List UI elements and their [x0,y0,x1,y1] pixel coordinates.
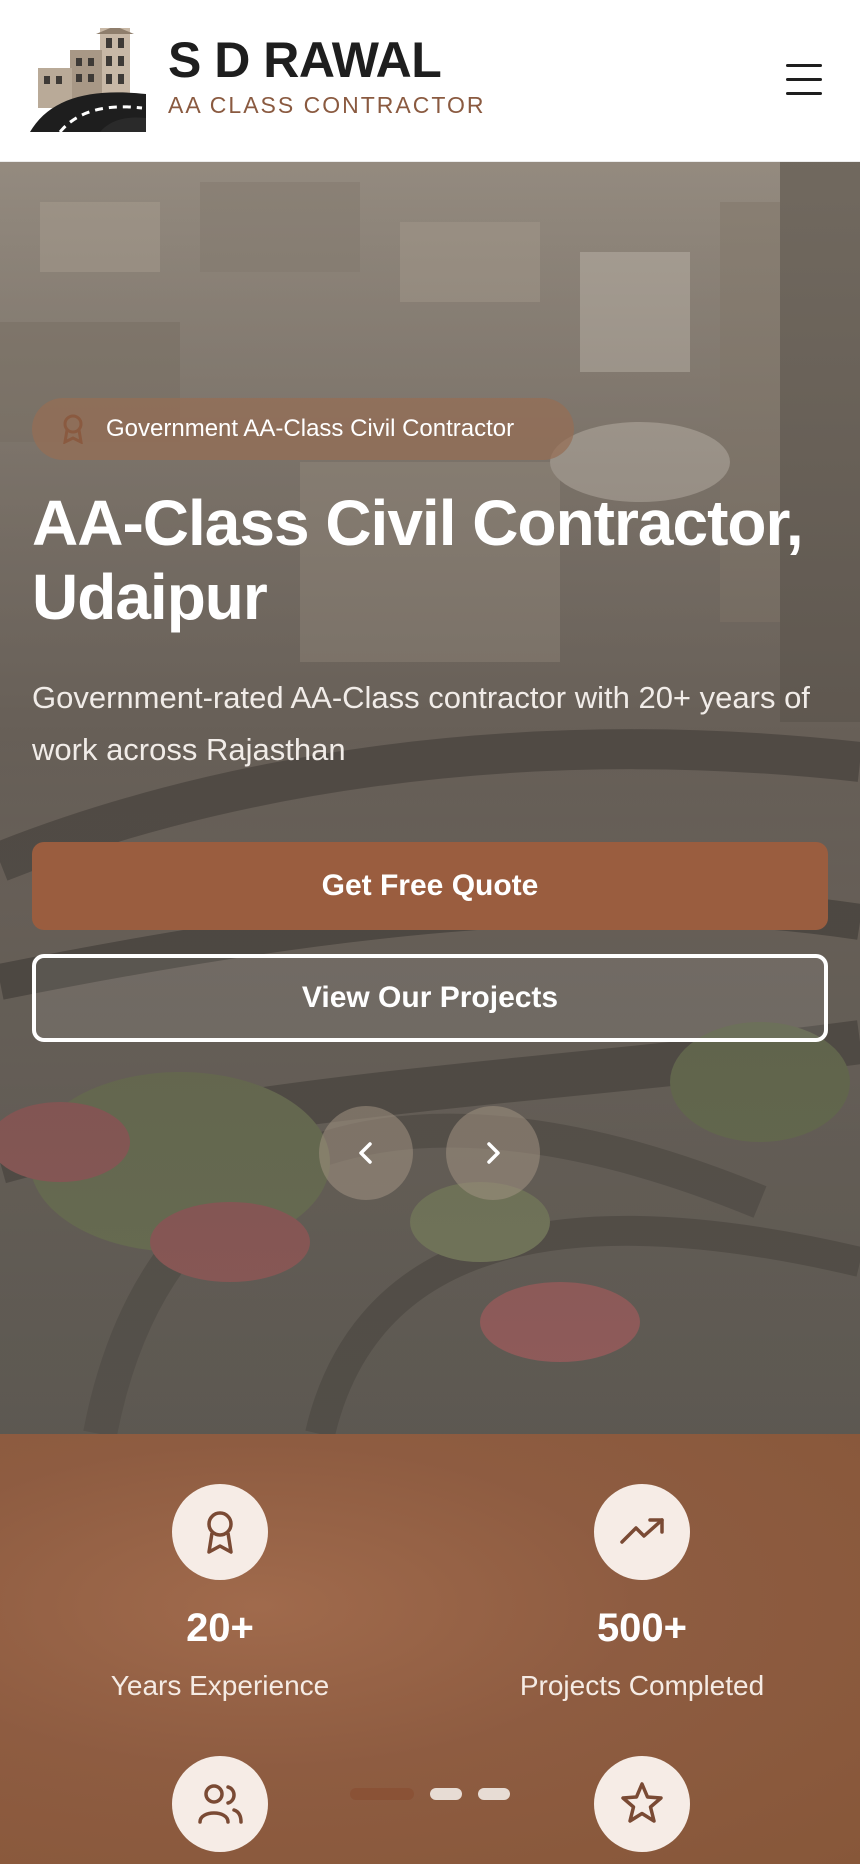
stat-label: Projects Completed [519,1670,765,1701]
award-icon [207,1511,233,1554]
hero-subtitle: Government-rated AA-Class contractor wit… [32,680,810,767]
hero-badge-text: Government AA-Class Civil Contractor [106,415,515,442]
hero-title: AA-Class Civil Contractor, Udaipur [32,487,804,633]
carousel-prev-button[interactable] [319,1106,413,1200]
trending-up-icon [620,1518,664,1544]
building-road-logo[interactable] [30,28,146,132]
star-icon [621,1782,663,1823]
stat-value: 20+ [186,1606,254,1650]
hero-badge: Government AA-Class Civil Contractor [32,398,574,460]
carousel-indicators [350,1788,520,1802]
hero-section: Government AA-Class Civil Contractor AA-… [0,162,860,1434]
hamburger-menu-button[interactable] [778,56,830,102]
stat-icon-circle [594,1484,690,1580]
carousel-next-button[interactable] [446,1106,540,1200]
stat-label: Years Experience [110,1670,330,1701]
stat-value: 500+ [596,1606,688,1650]
carousel-dot[interactable] [478,1788,510,1800]
chevron-right-icon [487,1142,500,1164]
carousel-dot-active[interactable] [350,1788,414,1800]
get-free-quote-button[interactable]: Get Free Quote [32,842,828,930]
stat-icon-circle [594,1756,690,1852]
hamburger-menu-icon [786,64,822,67]
stat-icon-circle [172,1484,268,1580]
award-icon [63,414,83,444]
site-header: S D RAWAL AA CLASS CONTRACTOR [0,0,860,162]
users-icon [198,1784,243,1824]
stat-icon-circle [172,1756,268,1852]
carousel-dot[interactable] [430,1788,462,1800]
chevron-left-icon [359,1142,372,1164]
brand-tagline: AA CLASS CONTRACTOR [168,92,486,118]
view-projects-button[interactable]: View Our Projects [32,954,828,1042]
brand-name[interactable]: S D RAWAL [168,30,442,90]
